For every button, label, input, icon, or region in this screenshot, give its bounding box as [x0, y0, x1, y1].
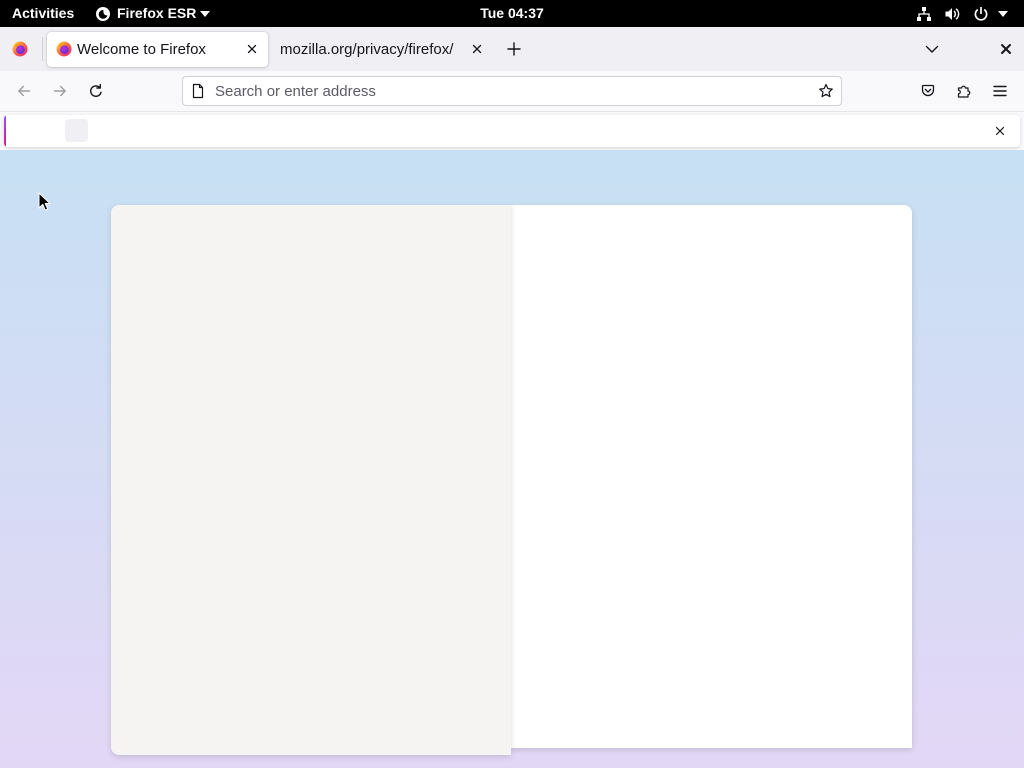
close-icon[interactable]: [244, 41, 260, 57]
back-icon: [18, 85, 31, 97]
extensions-button[interactable]: [948, 75, 980, 107]
tab-title: mozilla.org/privacy/firefox/: [280, 41, 454, 58]
forward-icon: [53, 85, 66, 97]
firefox-view-button[interactable]: [6, 35, 34, 63]
welcome-card-left-pane: [111, 205, 511, 755]
notification-bar: [4, 115, 1020, 147]
notification-area: [0, 112, 1024, 150]
toolbar-separator: [42, 37, 43, 61]
system-status-menu[interactable]: [910, 0, 1018, 27]
reload-icon: [90, 83, 102, 97]
navigation-toolbar: [0, 71, 1024, 112]
firefox-view-icon: [12, 41, 28, 57]
menu-icon: [993, 85, 1007, 97]
clock-button[interactable]: Tue 04:37: [462, 0, 562, 27]
notification-accent-stripe: [4, 115, 6, 147]
application-menu-button[interactable]: [984, 75, 1016, 107]
power-icon: [973, 6, 989, 22]
chevron-down-icon: [998, 11, 1008, 17]
pocket-icon: [921, 84, 935, 97]
back-button[interactable]: [8, 75, 40, 107]
mouse-cursor-icon: [38, 192, 51, 212]
tab-privacy[interactable]: mozilla.org/privacy/firefox/: [272, 32, 495, 67]
reload-button[interactable]: [80, 75, 112, 107]
network-icon: [916, 6, 932, 22]
app-menu-label: Firefox ESR: [117, 5, 197, 21]
firefox-favicon: [56, 41, 72, 57]
tab-strip: Welcome to Firefox mozilla.org/privacy/f…: [0, 27, 1024, 71]
list-all-tabs-button[interactable]: [918, 35, 946, 63]
chevron-down-icon: [200, 11, 210, 17]
url-input[interactable]: [215, 77, 775, 105]
app-menu-button[interactable]: Firefox ESR: [93, 0, 215, 27]
firefox-icon: [95, 6, 111, 22]
tab-title: Welcome to Firefox: [77, 41, 206, 58]
close-window-button[interactable]: [992, 35, 1020, 63]
welcome-card-right-pane: [511, 205, 912, 748]
save-to-pocket-button[interactable]: [912, 75, 944, 107]
list-all-tabs-icon: [925, 45, 939, 53]
new-tab-button[interactable]: [500, 35, 528, 63]
bookmark-star-icon[interactable]: [818, 83, 834, 99]
volume-icon: [944, 6, 960, 22]
close-icon[interactable]: [469, 41, 485, 57]
notification-icon-placeholder: [65, 119, 88, 142]
forward-button[interactable]: [44, 75, 76, 107]
new-tab-icon: [507, 42, 521, 56]
gnome-top-bar: Activities Firefox ESR Tue 04:37: [0, 0, 1024, 27]
activities-button[interactable]: Activities: [12, 0, 74, 27]
address-bar[interactable]: [182, 76, 842, 106]
extensions-icon: [957, 85, 971, 98]
tab-welcome[interactable]: Welcome to Firefox: [47, 32, 268, 67]
close-window-icon: [1001, 44, 1011, 54]
close-icon[interactable]: [992, 123, 1008, 139]
page-icon: [190, 83, 206, 99]
page-content: [0, 150, 1024, 768]
